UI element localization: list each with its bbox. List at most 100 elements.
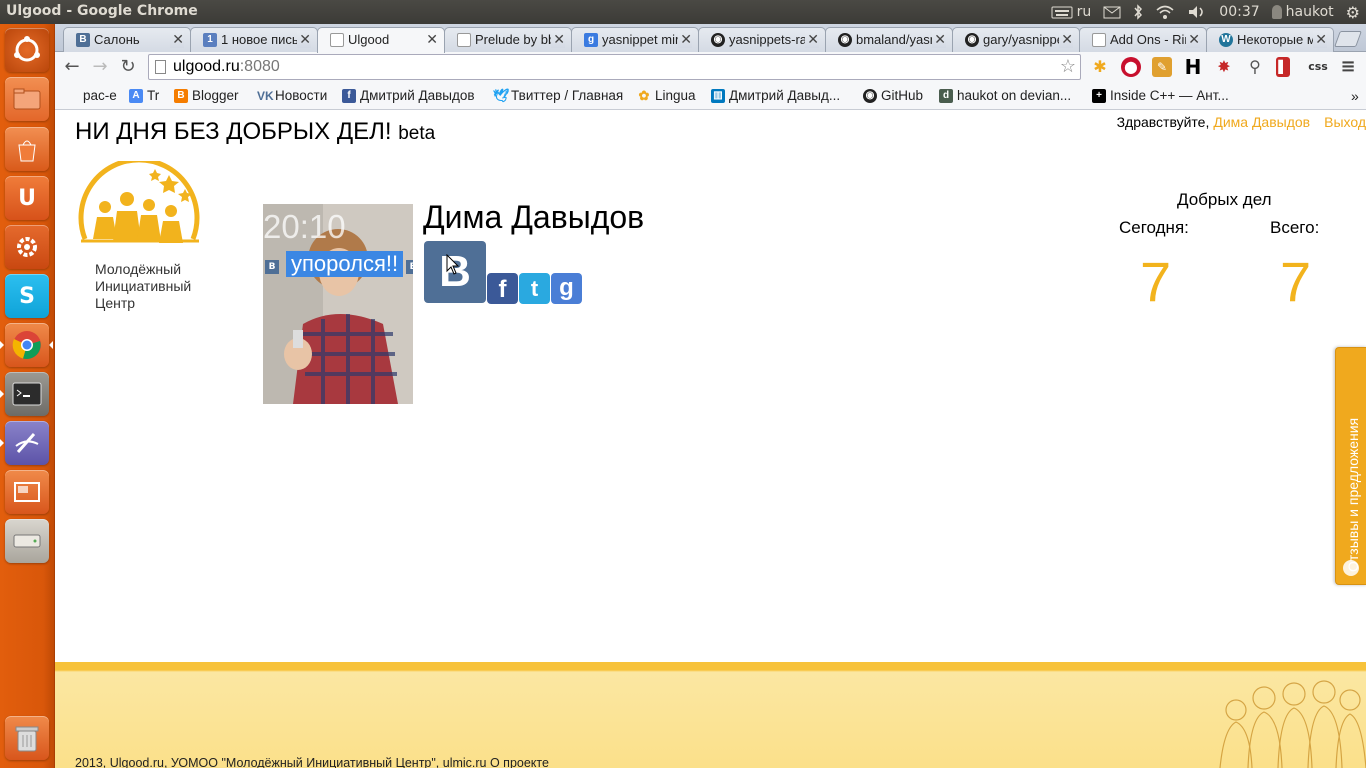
stats-today-count: 7 <box>1140 250 1172 313</box>
terminal-icon[interactable] <box>5 372 49 416</box>
tab-0[interactable]: В Салонь ✕ <box>63 27 191 52</box>
feedback-tab[interactable]: Отзывы и предложения <box>1335 347 1366 585</box>
logo-line: Молодёжный <box>95 261 182 277</box>
bookmark-item[interactable]: рас-е <box>65 88 117 103</box>
system-settings-icon[interactable] <box>5 225 49 269</box>
volume-icon[interactable] <box>1187 4 1207 20</box>
top-panel: Ulgood - Google Chrome ru 00:37 haukot ⚙ <box>0 0 1366 24</box>
text-editor-icon[interactable] <box>5 421 49 465</box>
tab-6[interactable]: ◉ bmaland/yasr ✕ <box>825 27 953 52</box>
bookmark-item[interactable]: VK Новости <box>257 88 327 103</box>
bookmark-label: рас-е <box>83 88 117 103</box>
skype-icon[interactable]: S <box>5 274 49 318</box>
pencil-extension-icon[interactable]: ✎ <box>1152 57 1172 77</box>
tab-9[interactable]: W Некоторые м ✕ <box>1206 27 1334 52</box>
adblock-icon[interactable]: ⬤ <box>1121 57 1141 77</box>
bug-extension-icon[interactable]: ✸ <box>1214 57 1234 77</box>
google-share-button[interactable]: g <box>551 273 582 304</box>
chrome-icon[interactable] <box>5 323 49 367</box>
book-extension-icon[interactable]: ▌ <box>1276 57 1290 77</box>
bookmark-item[interactable]: ▥ Дмитрий Давыд... <box>711 88 840 103</box>
keyboard-indicator[interactable]: ru <box>1051 4 1091 20</box>
magnifier-extension-icon[interactable]: ⚲ <box>1245 57 1265 77</box>
logout-link[interactable]: Выход <box>1324 114 1366 130</box>
site-title[interactable]: НИ ДНЯ БЕЗ ДОБРЫХ ДЕЛ! beta <box>75 118 435 146</box>
forward-icon[interactable]: → <box>89 56 111 78</box>
close-icon[interactable]: ✕ <box>551 31 565 48</box>
tab-8[interactable]: Add Ons - Rin ✕ <box>1079 27 1207 52</box>
vk-icon: VK <box>257 88 274 103</box>
bookmark-label: Новости <box>275 88 328 103</box>
site-title-text: НИ ДНЯ БЕЗ ДОБРЫХ ДЕЛ! <box>75 118 392 145</box>
bookmark-label: Дмитрий Давыдов <box>360 88 475 103</box>
tab-5[interactable]: ◉ yasnippets-ra ✕ <box>698 27 826 52</box>
bookmark-item[interactable]: + Inside C++ — Ант... <box>1092 88 1229 103</box>
bookmarks-overflow-icon[interactable]: » <box>1351 88 1359 104</box>
mail-icon: 1 <box>203 33 217 47</box>
paw-extension-icon[interactable]: ✱ <box>1090 57 1110 77</box>
close-icon[interactable]: ✕ <box>678 31 692 48</box>
back-icon[interactable]: ← <box>61 56 83 78</box>
h-extension-icon[interactable]: H <box>1183 57 1203 77</box>
bookmark-item[interactable]: B Blogger <box>174 88 239 103</box>
github-icon: ◉ <box>965 33 979 47</box>
bookmark-item[interactable]: d haukot on devian... <box>939 88 1071 103</box>
google-icon: g <box>584 33 598 47</box>
tab-label: Prelude by bb <box>475 32 556 47</box>
bookmark-item[interactable]: 🕊 Твиттер / Главная <box>493 88 623 103</box>
new-tab-button[interactable] <box>1334 31 1362 47</box>
bookmark-item[interactable]: A Tr <box>129 88 159 103</box>
ubuntu-dash-icon[interactable] <box>5 28 49 72</box>
tab-7[interactable]: ◉ gary/yasnippe ✕ <box>952 27 1080 52</box>
bookmark-label: Lingua <box>655 88 696 103</box>
menu-icon[interactable]: ≡ <box>1338 57 1358 77</box>
close-icon[interactable]: ✕ <box>805 31 819 48</box>
user-menu[interactable]: haukot <box>1271 4 1334 20</box>
reload-icon[interactable]: ↻ <box>117 56 139 78</box>
trash-icon[interactable] <box>5 716 49 760</box>
running-indicator <box>0 439 4 447</box>
css-extension-icon[interactable]: css <box>1304 57 1332 77</box>
close-icon[interactable]: ✕ <box>170 31 184 48</box>
close-icon[interactable]: ✕ <box>932 31 946 48</box>
workspaces-icon[interactable] <box>5 470 49 514</box>
greeting-text: Здравствуйте, <box>1116 114 1210 130</box>
tab-1[interactable]: 1 1 новое пись ✕ <box>190 27 318 52</box>
close-icon[interactable]: ✕ <box>1059 31 1073 48</box>
tab-4[interactable]: g yasnippet mir ✕ <box>571 27 699 52</box>
close-icon[interactable]: ✕ <box>297 31 311 48</box>
wifi-icon[interactable] <box>1155 4 1175 20</box>
tab-3[interactable]: Prelude by bb ✕ <box>444 27 572 52</box>
bluetooth-icon[interactable] <box>1133 4 1143 20</box>
tab-label: Add Ons - Rin <box>1110 32 1192 47</box>
close-icon[interactable]: ✕ <box>1313 31 1327 48</box>
software-center-icon[interactable] <box>5 127 49 171</box>
user-profile-link[interactable]: Дима Давыдов <box>1213 114 1310 130</box>
close-icon[interactable]: ✕ <box>1186 31 1200 48</box>
bookmark-item[interactable]: ✿ Lingua <box>637 88 696 103</box>
facebook-share-button[interactable]: f <box>487 273 518 304</box>
page-icon <box>457 33 471 47</box>
bookmark-item[interactable]: f Дмитрий Давыдов <box>342 88 475 103</box>
keyboard-icon <box>1051 6 1073 18</box>
bookmark-item[interactable]: ◉ GitHub <box>863 88 923 103</box>
running-indicator <box>0 390 4 398</box>
logo-line: Инициативный <box>95 278 192 294</box>
lightbulb-icon <box>1343 560 1359 576</box>
bookmark-star-icon[interactable]: ☆ <box>1060 56 1076 77</box>
address-bar[interactable]: ulgood.ru:8080 ☆ <box>148 54 1081 80</box>
files-icon[interactable] <box>5 77 49 121</box>
bookmarks-bar: рас-е A Tr B Blogger VK Новости f Дмитри… <box>55 82 1366 110</box>
disk-icon[interactable] <box>5 519 49 563</box>
tab-2-active[interactable]: Ulgood ✕ <box>317 27 445 53</box>
clock[interactable]: 00:37 <box>1219 4 1259 20</box>
profile-photo[interactable]: 20:10 B упоролся!! B <box>263 204 413 404</box>
tab-strip: В Салонь ✕ 1 1 новое пись ✕ Ulgood ✕ Pre… <box>55 24 1366 53</box>
ubuntu-one-icon[interactable]: U <box>5 176 49 220</box>
twitter-share-button[interactable]: t <box>519 273 550 304</box>
close-icon[interactable]: ✕ <box>424 31 438 48</box>
session-gear-icon[interactable]: ⚙ <box>1346 3 1360 22</box>
tab-label: bmaland/yasr <box>856 32 935 47</box>
facebook-icon: f <box>342 88 356 103</box>
mail-icon[interactable] <box>1103 6 1121 19</box>
